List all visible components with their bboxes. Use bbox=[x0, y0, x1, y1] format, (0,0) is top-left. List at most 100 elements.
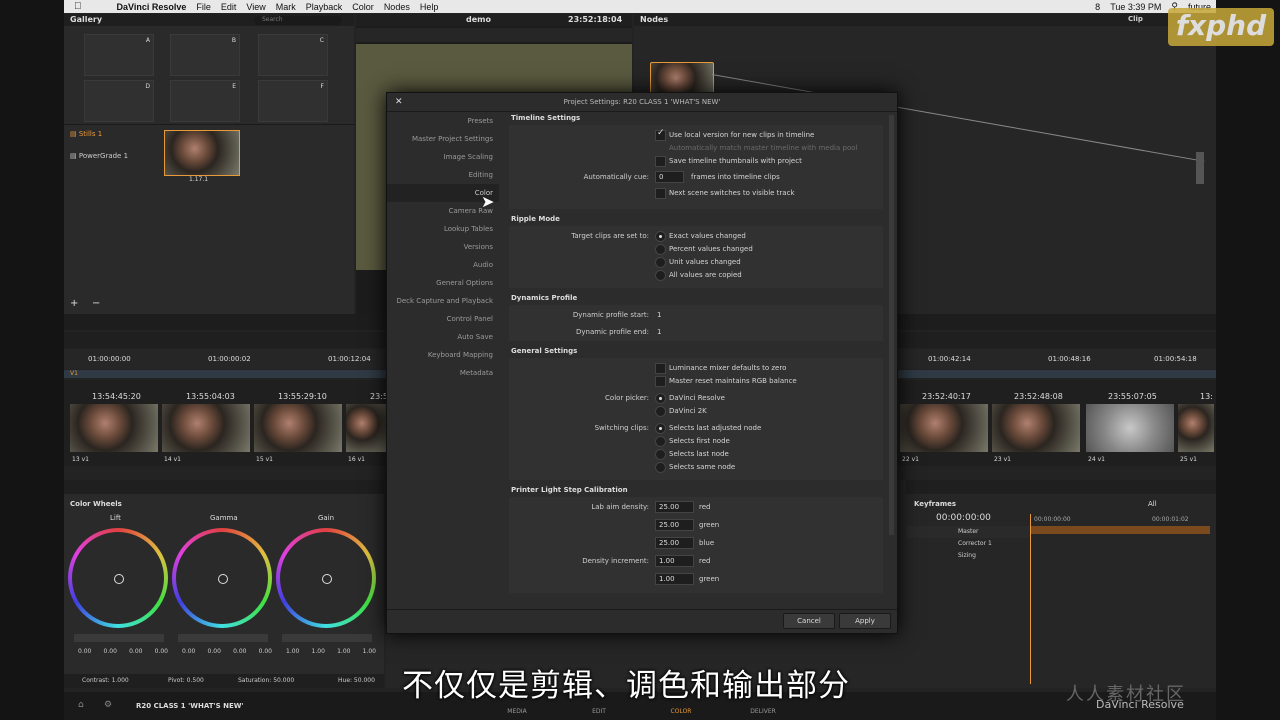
still-slot[interactable]: A bbox=[84, 34, 154, 76]
lab-red-input[interactable]: 25.00 bbox=[655, 501, 694, 513]
gain-wheel[interactable] bbox=[276, 528, 376, 628]
kf-master-bar[interactable] bbox=[1030, 526, 1210, 534]
still-slot[interactable]: F bbox=[258, 80, 328, 122]
menu-help[interactable]: Help bbox=[420, 2, 439, 12]
album-stills[interactable]: ▤ Stills 1 bbox=[70, 130, 102, 138]
hue-value[interactable]: Hue: 50.000 bbox=[338, 677, 375, 684]
clip-thumbnail[interactable] bbox=[162, 404, 250, 452]
close-icon[interactable]: ✕ bbox=[395, 93, 403, 111]
gallery-search-input[interactable]: Search bbox=[254, 16, 342, 25]
keyframes-filter[interactable]: All bbox=[1148, 500, 1157, 508]
menu-color[interactable]: Color bbox=[352, 2, 374, 12]
nav-lookup-tables[interactable]: Lookup Tables bbox=[387, 220, 499, 238]
lum-mixer-checkbox[interactable] bbox=[655, 363, 666, 374]
nav-keyboard-mapping[interactable]: Keyboard Mapping bbox=[387, 346, 499, 364]
clip-thumbnail[interactable] bbox=[1178, 404, 1214, 452]
switch-same-radio[interactable] bbox=[655, 462, 666, 473]
gain-master-wheel[interactable] bbox=[282, 634, 372, 642]
nav-control-panel[interactable]: Control Panel bbox=[387, 310, 499, 328]
cancel-button[interactable]: Cancel bbox=[783, 613, 835, 629]
nav-deck-capture[interactable]: Deck Capture and Playback bbox=[387, 292, 499, 310]
nav-general-options[interactable]: General Options bbox=[387, 274, 499, 292]
album-powergrade[interactable]: ▤ PowerGrade 1 bbox=[70, 152, 128, 160]
save-thumbs-checkbox[interactable] bbox=[655, 156, 666, 167]
dynamic-start-value[interactable]: 1 bbox=[657, 311, 661, 319]
clip-thumbnail[interactable] bbox=[346, 404, 386, 452]
lift-master-wheel[interactable] bbox=[74, 634, 164, 642]
nav-audio[interactable]: Audio bbox=[387, 256, 499, 274]
clip-thumbnail[interactable] bbox=[992, 404, 1080, 452]
still-slot[interactable]: D bbox=[84, 80, 154, 122]
picker-resolve-radio[interactable] bbox=[655, 393, 666, 404]
menu-view[interactable]: View bbox=[246, 2, 265, 12]
nav-metadata[interactable]: Metadata bbox=[387, 364, 499, 382]
nav-master-project-settings[interactable]: Master Project Settings bbox=[387, 130, 499, 148]
clip-thumbnail[interactable] bbox=[254, 404, 342, 452]
density-green-input[interactable]: 1.00 bbox=[655, 573, 694, 585]
menu-mark[interactable]: Mark bbox=[276, 2, 296, 12]
auto-cue-input[interactable]: 0 bbox=[655, 171, 684, 183]
still-slot[interactable]: B bbox=[170, 34, 240, 76]
kf-playhead[interactable] bbox=[1030, 514, 1031, 684]
tab-edit[interactable]: EDIT bbox=[574, 708, 624, 715]
switch-last-radio[interactable] bbox=[655, 449, 666, 460]
clip-thumbnail[interactable] bbox=[900, 404, 988, 452]
nav-auto-save[interactable]: Auto Save bbox=[387, 328, 499, 346]
clip-mode-label[interactable]: Clip bbox=[1128, 15, 1143, 23]
dynamic-end-value[interactable]: 1 bbox=[657, 328, 661, 336]
section-general-settings: General Settings bbox=[511, 347, 578, 355]
menu-playback[interactable]: Playback bbox=[306, 2, 343, 12]
kf-row-corrector[interactable]: Corrector 1 bbox=[906, 538, 1030, 550]
app-menu[interactable]: DaVinci Resolve bbox=[117, 2, 187, 12]
still-label: 1.17.1 bbox=[189, 176, 209, 183]
menu-nodes[interactable]: Nodes bbox=[384, 2, 410, 12]
ripple-exact-radio[interactable] bbox=[655, 231, 666, 242]
pivot-value[interactable]: Pivot: 0.500 bbox=[168, 677, 204, 684]
gamma-wheel[interactable] bbox=[172, 528, 272, 628]
next-scene-checkbox[interactable] bbox=[655, 188, 666, 199]
add-album-button[interactable]: + bbox=[70, 298, 78, 309]
ripple-percent-radio[interactable] bbox=[655, 244, 666, 255]
lab-green-input[interactable]: 25.00 bbox=[655, 519, 694, 531]
master-reset-checkbox[interactable] bbox=[655, 376, 666, 387]
remove-album-button[interactable]: − bbox=[92, 298, 100, 309]
tab-media[interactable]: MEDIA bbox=[492, 708, 542, 715]
ripple-unit-radio[interactable] bbox=[655, 257, 666, 268]
lift-wheel[interactable] bbox=[68, 528, 168, 628]
apple-icon[interactable]:  bbox=[74, 1, 82, 12]
still-slot[interactable]: E bbox=[170, 80, 240, 122]
ripple-option-label: All values are copied bbox=[669, 271, 742, 279]
node-scrollbar[interactable] bbox=[1196, 152, 1204, 184]
saturation-value[interactable]: Saturation: 50.000 bbox=[238, 677, 294, 684]
ripple-all-radio[interactable] bbox=[655, 270, 666, 281]
use-local-checkbox[interactable]: ✓ bbox=[655, 128, 666, 141]
switch-last-adjusted-radio[interactable] bbox=[655, 423, 666, 434]
still-slot[interactable]: C bbox=[258, 34, 328, 76]
tab-deliver[interactable]: DELIVER bbox=[738, 708, 788, 715]
density-red-input[interactable]: 1.00 bbox=[655, 555, 694, 567]
gamma-master-wheel[interactable] bbox=[178, 634, 268, 642]
kf-row-sizing[interactable]: Sizing bbox=[906, 550, 1030, 562]
clip-thumbnail[interactable] bbox=[70, 404, 158, 452]
apply-button[interactable]: Apply bbox=[839, 613, 891, 629]
nav-editing[interactable]: Editing bbox=[387, 166, 499, 184]
lab-blue-input[interactable]: 25.00 bbox=[655, 537, 694, 549]
dialog-scrollbar[interactable] bbox=[889, 115, 894, 535]
tab-color[interactable]: COLOR bbox=[656, 708, 706, 715]
gallery-still-thumbnail[interactable] bbox=[164, 130, 240, 176]
clip-thumbnail[interactable] bbox=[1086, 404, 1174, 452]
wheel-label-gain: Gain bbox=[318, 514, 335, 522]
nav-image-scaling[interactable]: Image Scaling bbox=[387, 148, 499, 166]
switch-first-radio[interactable] bbox=[655, 436, 666, 447]
menu-file[interactable]: File bbox=[196, 2, 211, 12]
menu-edit[interactable]: Edit bbox=[221, 2, 237, 12]
clock[interactable]: Tue 3:39 PM bbox=[1110, 2, 1161, 12]
nav-presets[interactable]: Presets bbox=[387, 112, 499, 130]
contrast-value[interactable]: Contrast: 1.000 bbox=[82, 677, 129, 684]
gear-icon[interactable]: ⚙ bbox=[104, 700, 112, 710]
picker-2k-radio[interactable] bbox=[655, 406, 666, 417]
nav-versions[interactable]: Versions bbox=[387, 238, 499, 256]
kf-row-master[interactable]: Master bbox=[906, 526, 1030, 538]
clip-number: 15 v1 bbox=[256, 456, 273, 463]
home-icon[interactable]: ⌂ bbox=[78, 700, 84, 710]
